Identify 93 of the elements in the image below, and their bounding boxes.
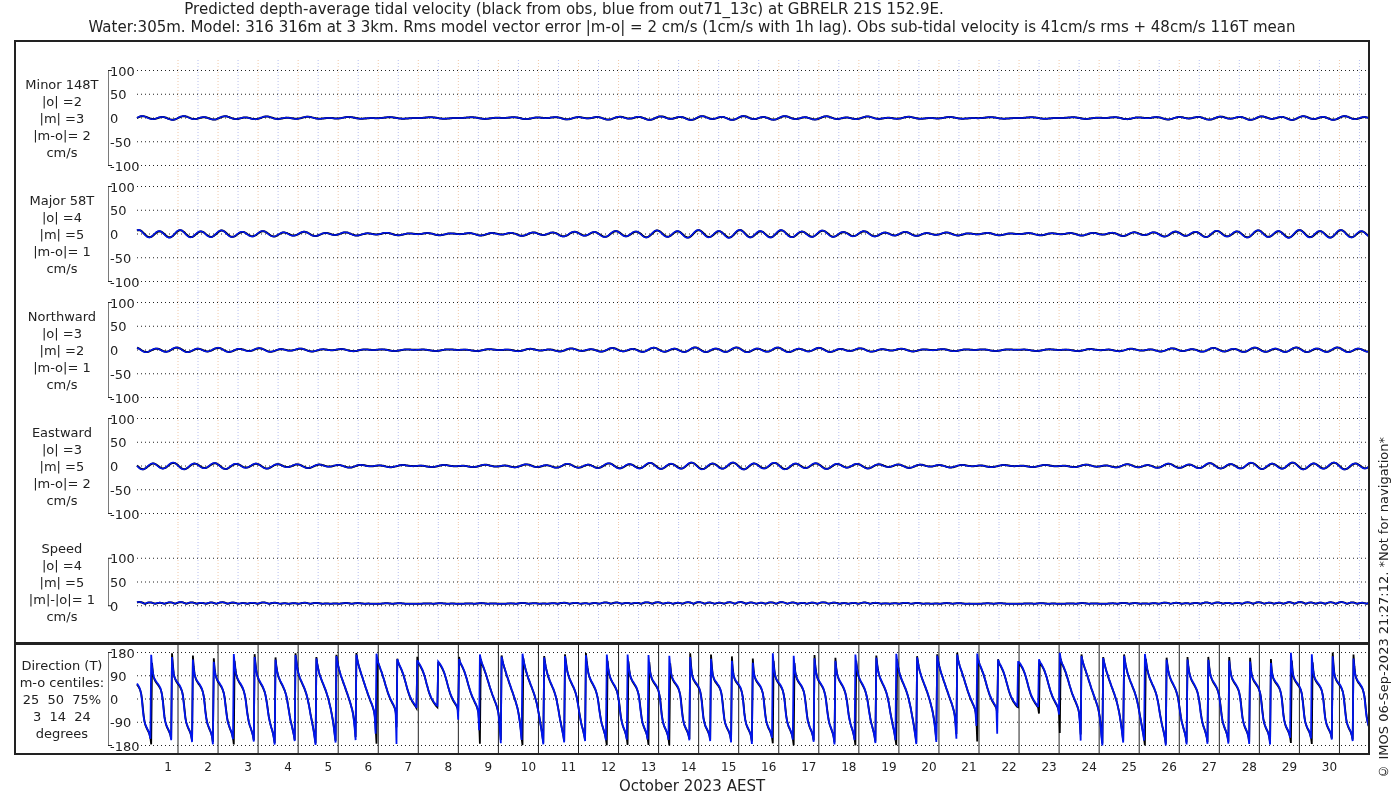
tick-label: 0 [109,692,119,707]
day-label: 22 [1001,760,1017,774]
day-label: 26 [1161,760,1177,774]
day-label: 14 [681,760,697,774]
day-label: 24 [1081,760,1097,774]
tick-label: 100 [109,295,135,311]
panel-label: |m| =5 [39,457,85,475]
tick-label: 100 [109,411,135,427]
tick-label: 100 [109,551,135,567]
chart-title: Water:305m. Model: 316 316m at 3 3km. Rms model vector error |m-o| = 2 cm/s (1cm/s with 1h lag). Obs sub-tidal velocity is 41cm/s rms + 48cm/s 116T mean [87,18,1297,36]
day-label: 7 [404,760,413,774]
tick-label: -50 [109,250,132,266]
panel-label: cm/s [46,259,78,277]
day-label: 15 [721,760,737,774]
day-label: 28 [1241,760,1257,774]
panel-label: 25 50 75% [22,690,102,708]
panel-label: m-o centiles: [19,673,105,691]
day-label: 4 [284,760,292,774]
tick-label: 100 [109,179,135,195]
panel-label: |o| =4 [41,556,82,574]
tick-label: 50 [109,203,127,219]
panel-label: cm/s [46,491,78,509]
credit-text: © IMOS 06-Sep-2023 21:27:12. *Not for navigation* [1376,437,1391,779]
panel-label: |o| =3 [41,324,82,342]
tick-label: 50 [109,435,127,451]
day-label: 23 [1041,760,1057,774]
day-label: 16 [761,760,777,774]
tick-label: 0 [109,227,119,242]
panel-label: |m-o|= 1 [33,358,91,376]
y-axis [107,557,113,607]
panel-label: cm/s [46,375,78,393]
panel-label: 3 14 24 [33,707,91,725]
tick-label: 90 [109,668,127,684]
tick-label: -50 [109,366,132,382]
day-label: 9 [484,760,493,774]
day-label: 1 [164,760,172,774]
tick-label: 0 [109,459,119,474]
tick-label: -100 [109,390,140,406]
panel-label: |m| =2 [39,341,85,359]
panel-label: |o| =4 [41,208,82,226]
day-label: 29 [1281,760,1298,774]
tick-label: -100 [109,274,140,290]
panel-label: cm/s [46,143,78,161]
tick-label: 0 [109,111,119,126]
panel-label: |m-o|= 2 [33,474,91,492]
panel-label: |m| =3 [39,109,85,127]
panel-label: Northward [27,307,97,325]
panel-label: |m-o|= 1 [33,242,91,260]
day-label: 12 [600,760,617,774]
panel-label: Minor 148T [25,75,99,93]
tick-label: -100 [109,506,140,522]
panel-label: |m| =5 [39,573,85,591]
tick-label: 0 [109,598,119,614]
day-label: 27 [1201,760,1217,774]
day-label: 3 [244,760,252,774]
panel-label: Speed [41,539,83,557]
x-axis-label: October 2023 AEST [618,777,766,795]
day-label: 19 [881,760,897,774]
chart-title: Predicted depth-average tidal velocity (black from obs, blue from out71_13c) at GBRELR 21S 152.9E. [183,0,945,18]
tick-label: 50 [109,575,127,590]
tick-label: -50 [109,134,132,150]
tick-label: 50 [109,319,127,335]
panel-label: cm/s [46,607,78,625]
day-label: 20 [921,760,937,774]
panel-label: |m-o|= 2 [33,126,91,144]
panel-label: Direction (T) [21,656,103,674]
tick-label: 0 [109,343,119,358]
day-label: 8 [444,760,453,774]
day-label: 11 [560,760,577,774]
tick-label: -180 [109,738,140,753]
day-label: 17 [801,760,817,774]
tick-label: 180 [109,645,135,661]
tick-label: -50 [109,482,132,498]
panel-label: |o| =2 [41,92,82,110]
day-label: 18 [841,760,857,774]
day-label: 6 [364,760,373,774]
day-label: 5 [324,760,332,774]
panel-label: |m| =5 [39,225,85,243]
tick-label: 100 [109,63,135,79]
tick-label: 50 [109,87,127,103]
day-label: 21 [961,760,977,774]
day-label: 2 [204,760,212,774]
tick-label: -90 [109,715,132,731]
panel-label: Major 58T [29,191,95,209]
tick-label: -100 [109,158,140,174]
panel-label: |m|-|o|= 1 [28,590,95,608]
day-label: 25 [1121,760,1137,774]
day-label: 13 [640,760,657,774]
panel-label: Eastward [31,423,92,441]
day-label: 30 [1321,760,1338,774]
panel-label: degrees [35,724,89,742]
day-label: 10 [520,760,537,774]
panel-label: |o| =3 [41,440,82,458]
